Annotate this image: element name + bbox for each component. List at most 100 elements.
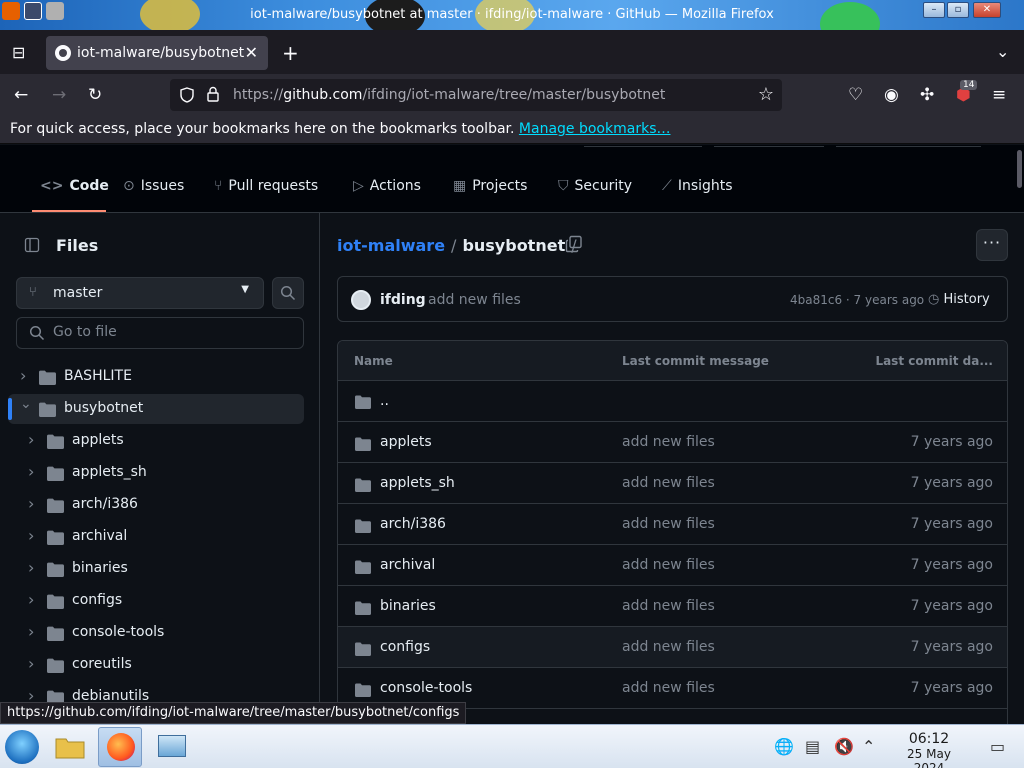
start-button[interactable] [5,730,39,764]
taskbar-control-panel[interactable] [150,727,194,767]
copy-path-icon[interactable] [565,235,583,253]
file-tree-sidebar: Files ⑂ master ▼ › BASHLITE ⌄ busybotnet › ap… [0,213,320,724]
chevron-down-icon[interactable]: ⌄ [20,396,32,412]
manage-bookmarks-link[interactable]: Manage bookmarks… [519,121,671,137]
clipboard-icon[interactable]: ▤ [805,737,820,756]
account-icon[interactable]: ◉ [884,85,899,105]
header-button-edge [836,145,981,147]
tree-item[interactable]: › applets [8,426,304,456]
commit-message-link[interactable]: add new files [622,680,715,696]
tree-item[interactable]: › console-tools [8,618,304,648]
table-row[interactable]: configs add new files 7 years ago [338,627,1007,668]
table-row[interactable]: applets_sh add new files 7 years ago [338,463,1007,504]
url-bar[interactable]: https://github.com/ifding/iot-malware/tr… [170,79,782,111]
close-window-button[interactable]: ✕ [973,2,1001,18]
file-name-link[interactable]: configs [380,639,430,655]
parent-directory-row[interactable]: .. [338,381,1007,422]
code-icon: <> [40,178,64,194]
firefox-view-icon[interactable]: ⊟ [12,43,25,62]
chevron-right-icon[interactable]: › [28,590,34,609]
history-button[interactable]: ◷ History [928,292,990,307]
search-files-button[interactable] [272,277,304,309]
chevron-right-icon[interactable]: › [28,654,34,673]
tree-item[interactable]: › binaries [8,554,304,584]
volume-muted-icon[interactable]: 🔇 [834,737,854,756]
back-arrow-icon[interactable]: ← [14,85,28,105]
chevron-right-icon[interactable]: › [28,462,34,481]
tree-item[interactable]: › configs [8,586,304,616]
list-tabs-chevron-icon[interactable]: ⌄ [996,42,1009,61]
commit-message-link[interactable]: add new files [622,516,715,532]
chevron-right-icon[interactable]: › [28,494,34,513]
minimize-button[interactable]: – [923,2,945,18]
commit-message-link[interactable]: add new files [622,639,715,655]
file-name-link[interactable]: binaries [380,598,436,614]
file-name-link[interactable]: applets [380,434,432,450]
chevron-right-icon[interactable]: › [20,366,26,385]
close-tab-icon[interactable]: ✕ [245,43,258,62]
chevron-right-icon[interactable]: › [28,526,34,545]
tree-item[interactable]: › applets_sh [8,458,304,488]
go-to-file-field[interactable] [16,317,304,349]
taskbar-file-explorer[interactable] [48,727,92,767]
chevron-up-icon[interactable]: ⌃ [862,737,875,756]
tab-pull-requests[interactable]: ⑂ Pull requests [214,178,318,194]
file-name-link[interactable]: applets_sh [380,475,455,491]
chevron-right-icon[interactable]: › [28,558,34,577]
tree-item[interactable]: › BASHLITE [8,362,304,392]
tree-item[interactable]: ⌄ busybotnet [8,394,304,424]
commit-message-link[interactable]: add new files [622,557,715,573]
commit-message[interactable]: add new files [428,292,521,308]
commit-message-link[interactable]: add new files [622,598,715,614]
more-options-button[interactable]: ··· [976,229,1008,261]
table-row[interactable]: binaries add new files 7 years ago [338,586,1007,627]
tree-item[interactable]: › coreutils [8,650,304,680]
table-row[interactable]: arch/i386 add new files 7 years ago [338,504,1007,545]
lock-icon[interactable] [206,86,220,103]
network-icon[interactable]: 🌐 [774,737,794,756]
commit-message-link[interactable]: add new files [622,475,715,491]
reload-icon[interactable]: ↻ [88,85,102,105]
browser-tab-active[interactable]: iot-malware/busybotnet ✕ [46,36,268,70]
commit-message-link[interactable]: add new files [622,434,715,450]
file-name-link[interactable]: archival [380,557,435,573]
clock[interactable]: 06:12 25 May 2024 [890,731,968,768]
parent-directory-link[interactable]: .. [380,393,389,409]
taskbar-firefox[interactable] [98,727,142,767]
chevron-right-icon[interactable]: › [28,430,34,449]
pocket-icon[interactable]: ♡ [848,85,863,105]
table-icon: ▦ [453,178,467,194]
breadcrumb-repo-link[interactable]: iot-malware [337,236,445,255]
commit-meta[interactable]: 4ba81c6 · 7 years ago [790,293,924,307]
folder-icon [355,560,371,574]
extensions-icon[interactable]: ✣ [920,85,934,105]
notifications-icon[interactable]: ▭ [990,737,1005,756]
tab-issues[interactable]: ⊙ Issues [123,178,184,194]
branch-selector-button[interactable]: ⑂ master ▼ [16,277,264,309]
page-scrollbar[interactable] [1017,150,1022,188]
chevron-right-icon[interactable]: › [28,622,34,641]
collapse-sidebar-button[interactable] [16,229,48,261]
hamburger-menu-icon[interactable]: ≡ [992,85,1006,105]
tree-item[interactable]: › arch/i386 [8,490,304,520]
kebab-horizontal-icon: ··· [982,233,1002,252]
new-tab-icon[interactable]: + [282,41,299,65]
avatar[interactable] [351,290,371,310]
file-name-link[interactable]: arch/i386 [380,516,446,532]
tab-projects[interactable]: ▦ Projects [453,178,527,194]
go-to-file-input[interactable] [53,324,293,340]
bookmark-star-icon[interactable]: ☆ [758,84,774,105]
table-row[interactable]: archival add new files 7 years ago [338,545,1007,586]
forward-arrow-icon[interactable]: → [52,85,66,105]
commit-author[interactable]: ifding [380,292,426,308]
tab-insights[interactable]: ⟋ Insights [662,178,733,194]
tab-code[interactable]: <> Code [40,178,109,194]
table-row[interactable]: applets add new files 7 years ago [338,422,1007,463]
tree-item[interactable]: › archival [8,522,304,552]
maximize-button[interactable]: ▫ [947,2,969,18]
header-button-edge [584,145,702,147]
shield-tracking-icon[interactable] [180,87,194,103]
tab-security[interactable]: ⛉ Security [558,178,632,194]
file-name-link[interactable]: console-tools [380,680,472,696]
tab-actions[interactable]: ▷ Actions [353,178,421,194]
